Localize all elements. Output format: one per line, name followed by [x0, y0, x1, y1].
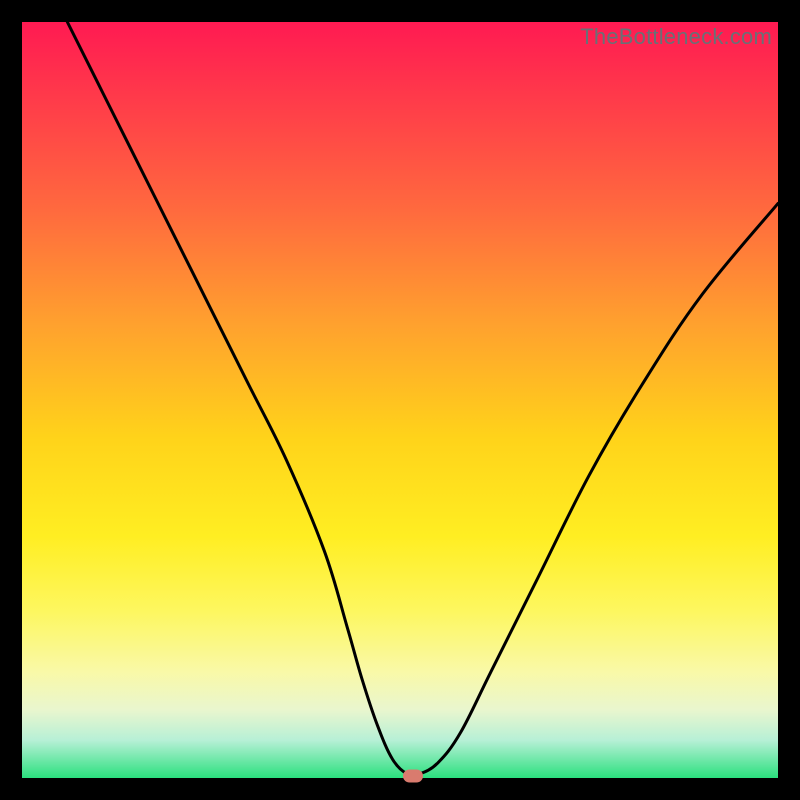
plot-area: TheBottleneck.com — [22, 22, 778, 778]
bottleneck-curve — [22, 22, 778, 778]
chart-frame: TheBottleneck.com — [0, 0, 800, 800]
optimal-marker — [403, 769, 423, 782]
